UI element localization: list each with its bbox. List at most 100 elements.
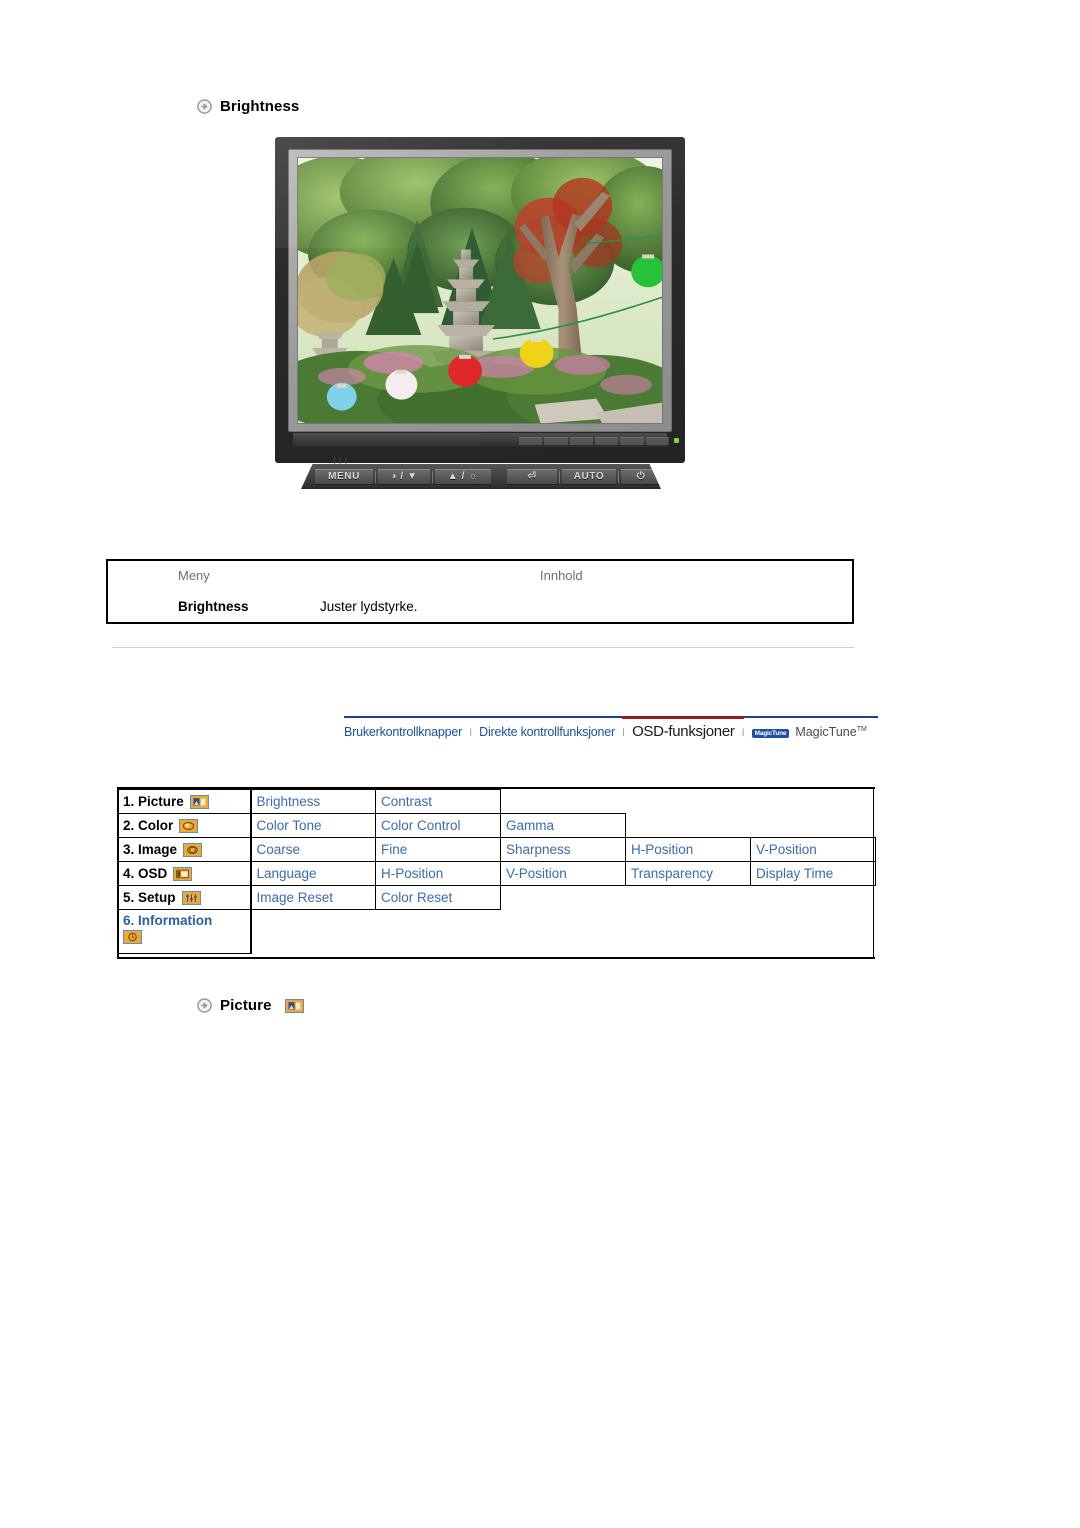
tab-direkte-kontrollfunksjoner[interactable]: Direkte kontrollfunksjoner (479, 725, 615, 739)
section-divider (112, 647, 854, 648)
osd-group-color[interactable]: 2. Color (117, 813, 252, 838)
monitor-illustration: ||| MENU ◑ / ▼ ▲ / ☼ ⏎ AUTO ⏻ (275, 137, 693, 493)
osd-group-label: 3. Image (123, 842, 178, 857)
magictune-logo-icon: MagicTune (751, 729, 790, 738)
brightness-down-button[interactable]: ◑ / ▼ (378, 468, 430, 485)
osd-item-language[interactable]: Language (250, 861, 376, 886)
bezel-button-reflection (519, 436, 669, 446)
header-label-innhold: Innhold (540, 568, 583, 584)
osd-empty-cell (501, 790, 876, 814)
tab-separator: I (622, 727, 626, 739)
osd-item-display-time[interactable]: Display Time (750, 861, 876, 886)
menu-button[interactable]: MENU (315, 468, 373, 485)
osd-group-label: 5. Setup (123, 890, 176, 905)
osd-empty-cell (626, 814, 876, 838)
osd-empty-cell (501, 886, 876, 910)
image-icon (183, 842, 203, 857)
power-led-indicator (674, 438, 679, 443)
section-heading-label: Brightness (220, 98, 300, 115)
monitor-inner-bezel (288, 149, 672, 432)
table-row: 2. Color Color Tone Color Control Gamma (117, 813, 876, 838)
osd-item-h-position[interactable]: H-Position (375, 861, 501, 886)
table-row: 3. Image Coarse Fine Sharpness H-Positio… (117, 837, 876, 862)
osd-item-brightness[interactable]: Brightness (250, 789, 376, 814)
osd-table-right-border (873, 787, 874, 959)
color-icon (179, 818, 199, 833)
section-heading-picture: Picture (197, 997, 304, 1014)
osd-group-setup[interactable]: 5. Setup (117, 885, 252, 910)
osd-item-transparency[interactable]: Transparency (625, 861, 751, 886)
table-row: 4. OSD Language H-Position V-Position Tr… (117, 861, 876, 886)
tab-separator: I (741, 727, 745, 739)
osd-item-sharpness[interactable]: Sharpness (500, 837, 626, 862)
monitor-body (275, 137, 685, 463)
enter-button[interactable]: ⏎ (507, 468, 557, 485)
picture-icon (189, 794, 209, 809)
picture-icon (284, 998, 304, 1013)
osd-item-fine[interactable]: Fine (375, 837, 501, 862)
osd-table-bottom-border (117, 957, 875, 959)
tab-brukerkontrollknapper[interactable]: Brukerkontrollknapper (344, 725, 462, 739)
osd-item-contrast[interactable]: Contrast (375, 789, 501, 814)
osd-item-v-position[interactable]: V-Position (500, 861, 626, 886)
osd-group-label: 4. OSD (123, 866, 168, 881)
header-cell-innhold: Innhold (298, 567, 852, 585)
osd-table-top-border (117, 787, 875, 789)
osd-group-label: 1. Picture (123, 794, 184, 809)
osd-group-osd[interactable]: 4. OSD (117, 861, 252, 886)
osd-item-image-reset[interactable]: Image Reset (250, 885, 376, 910)
control-separator (618, 470, 619, 483)
osd-item-color-control[interactable]: Color Control (375, 813, 501, 838)
osd-group-information[interactable]: 6. Information (117, 909, 252, 954)
control-separator (559, 470, 560, 483)
osd-group-label: 2. Color (123, 818, 174, 833)
osd-item-h-position[interactable]: H-Position (625, 837, 751, 862)
meny-innhold-table: Meny Innhold Brightness Juster lydstyrke… (106, 559, 854, 624)
table-row: Brightness Juster lydstyrke. (108, 592, 852, 623)
tab-active-underline (622, 716, 744, 719)
magictune-label[interactable]: MagicTuneTM (789, 725, 866, 739)
osd-tab-navigation: Brukerkontrollknapper I Direkte kontroll… (344, 716, 878, 744)
circle-arrow-bullet-icon (197, 998, 212, 1013)
control-separator (375, 470, 376, 483)
brightness-up-button[interactable]: ▲ / ☼ (435, 468, 491, 485)
setup-icon (181, 890, 201, 905)
tab-osd-funksjoner[interactable]: OSD-funksjoner (632, 723, 735, 740)
menu-description-text: Juster lydstyrke. (320, 598, 418, 614)
magictune-label-text: MagicTune (795, 725, 857, 739)
cell-menu-description: Juster lydstyrke. (298, 598, 852, 616)
section-heading-label: Picture (220, 997, 272, 1014)
cell-menu-name: Brightness (108, 598, 298, 616)
osd-group-picture[interactable]: 1. Picture (117, 789, 252, 814)
auto-button[interactable]: AUTO (562, 468, 616, 485)
section-heading-brightness: Brightness (197, 98, 299, 115)
osd-group-label: 6. Information (123, 913, 213, 928)
control-separator (432, 470, 433, 483)
osd-icon (173, 866, 193, 881)
circle-arrow-bullet-icon (197, 99, 212, 114)
monitor-screen (297, 157, 663, 424)
table-row: 1. Picture Brightness Contrast (117, 789, 876, 814)
osd-functions-table: 1. Picture Brightness Contrast 2. Color … (117, 789, 876, 954)
osd-item-coarse[interactable]: Coarse (250, 837, 376, 862)
tab-list: Brukerkontrollknapper I Direkte kontroll… (344, 723, 867, 740)
osd-item-color-tone[interactable]: Color Tone (250, 813, 376, 838)
osd-item-color-reset[interactable]: Color Reset (375, 885, 501, 910)
table-row: 5. Setup Image Reset Color Reset (117, 885, 876, 910)
header-cell-meny: Meny (108, 567, 298, 585)
information-icon (123, 930, 142, 944)
menu-name-label: Brightness (178, 598, 249, 614)
tab-separator: I (469, 727, 473, 739)
osd-item-v-position[interactable]: V-Position (750, 837, 876, 862)
tab-rule-line (344, 716, 878, 718)
osd-table-left-border (117, 787, 119, 959)
power-button[interactable]: ⏻ (621, 468, 661, 485)
table-row: 6. Information (117, 909, 876, 954)
osd-item-gamma[interactable]: Gamma (500, 813, 626, 838)
table-header-row: Meny Innhold (108, 561, 852, 592)
magictune-tm-mark: TM (856, 725, 867, 733)
header-label-meny: Meny (178, 568, 210, 584)
osd-group-image[interactable]: 3. Image (117, 837, 252, 862)
osd-empty-cell (251, 910, 876, 954)
monitor-control-bar: MENU ◑ / ▼ ▲ / ☼ ⏎ AUTO ⏻ (301, 464, 661, 489)
